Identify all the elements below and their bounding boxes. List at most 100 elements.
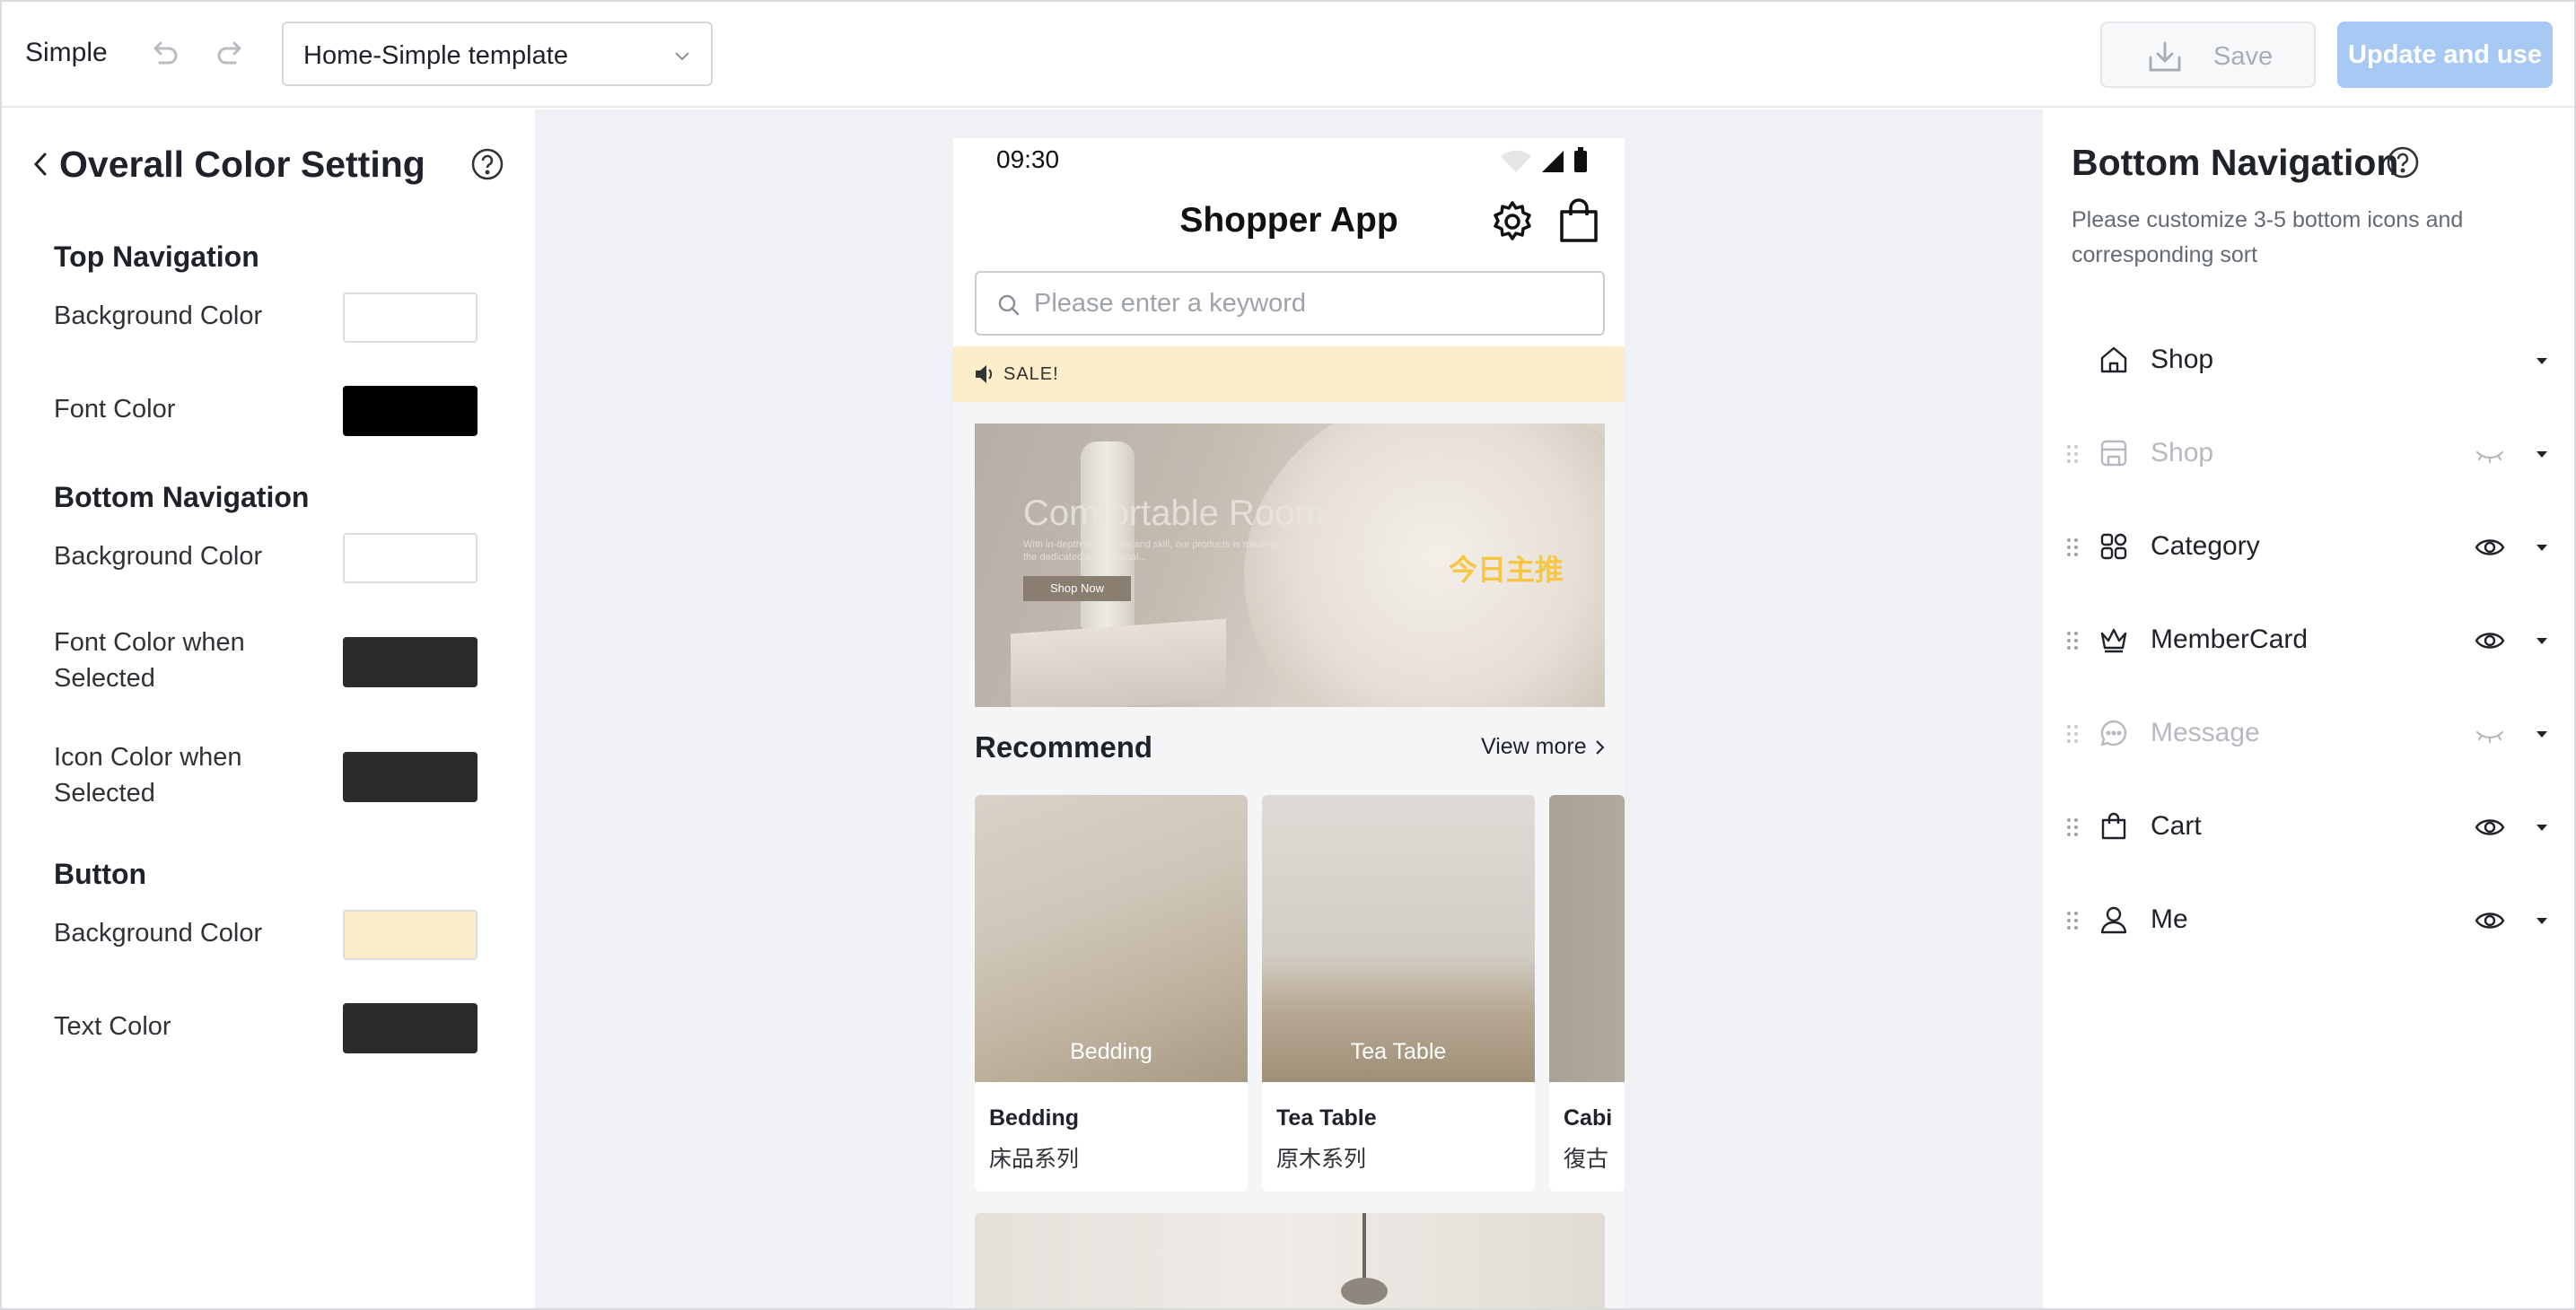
nav-item-label: Category: [2151, 531, 2260, 561]
banner-books: [1011, 618, 1226, 707]
section-heading-button: Button: [54, 858, 147, 890]
undo-icon[interactable]: [145, 36, 181, 72]
setting-label: Font Color when Selected: [54, 628, 245, 693]
caret-down-icon[interactable]: [2535, 822, 2549, 833]
color-swatch-bottom-bg[interactable]: [343, 533, 478, 583]
save-button[interactable]: Save: [2100, 22, 2316, 88]
lamp-shade: [1341, 1278, 1388, 1305]
panel-description: Please customize 3-5 bottom icons and co…: [2072, 207, 2464, 267]
eye-closed-icon[interactable]: [2474, 721, 2506, 747]
caret-down-icon[interactable]: [2535, 915, 2549, 926]
redo-icon[interactable]: [214, 36, 250, 72]
status-time: 09:30: [996, 145, 1060, 173]
color-swatch-bottom-font-selected[interactable]: [343, 637, 478, 687]
eye-icon[interactable]: [2474, 535, 2506, 560]
nav-item-shop-hidden[interactable]: Shop: [2043, 418, 2574, 490]
caret-down-icon[interactable]: [2535, 635, 2549, 646]
phone-preview: 09:30 Shopper App Please enter a keyword: [953, 138, 1625, 1308]
update-and-use-button[interactable]: Update and use: [2337, 22, 2553, 88]
drag-handle-icon[interactable]: [2066, 443, 2079, 465]
chevron-right-icon: [1596, 740, 1605, 755]
product-name: Bedding: [989, 1105, 1079, 1131]
banner-title: Comfortable Room: [1023, 493, 1325, 533]
help-icon[interactable]: [2386, 145, 2420, 179]
nav-item-label: MemberCard: [2151, 624, 2309, 654]
color-swatch-bottom-icon-selected[interactable]: [343, 752, 478, 802]
search-input[interactable]: Please enter a keyword: [975, 271, 1605, 336]
template-select-value: Home-Simple template: [303, 41, 568, 70]
product-series: 原木系列: [1276, 1147, 1367, 1172]
banner-subtitle: With in-depth knowledge and skill, our p…: [1023, 539, 1281, 563]
signal-battery-icon: [1501, 147, 1587, 172]
color-swatch-button-bg[interactable]: [343, 910, 478, 960]
color-swatch-top-font[interactable]: [343, 386, 478, 436]
promo-banner[interactable]: Comfortable Room With in-depth knowledge…: [975, 424, 1605, 707]
section-heading-bottom-navigation: Bottom Navigation: [54, 481, 310, 513]
gear-icon[interactable]: [1490, 199, 1535, 244]
panel-title: Bottom Navigation: [2072, 142, 2399, 183]
product-name: Tea Table: [1276, 1105, 1377, 1131]
recommend-heading: Recommend: [975, 730, 1153, 764]
chevron-down-icon: [675, 52, 689, 61]
caret-down-icon[interactable]: [2535, 449, 2549, 459]
feature-image[interactable]: [975, 1213, 1605, 1308]
help-icon[interactable]: [470, 147, 504, 181]
setting-label: Icon Color when Selected: [54, 743, 242, 808]
product-image: [1549, 795, 1625, 1082]
chat-icon: [2100, 720, 2127, 747]
product-card[interactable]: Bedding Bedding 床品系列: [975, 795, 1248, 1192]
download-icon: [2149, 41, 2181, 72]
drag-handle-icon[interactable]: [2066, 723, 2079, 745]
sale-notice-bar[interactable]: SALE!: [953, 346, 1625, 402]
nav-item-shop[interactable]: Shop: [2043, 325, 2574, 397]
nav-item-me[interactable]: Me: [2043, 885, 2574, 956]
product-image-caption: Tea Table: [1350, 1039, 1447, 1064]
caret-down-icon[interactable]: [2535, 542, 2549, 553]
setting-label: Font Color: [54, 395, 176, 424]
drag-handle-icon[interactable]: [2066, 630, 2079, 651]
nav-item-label: Me: [2151, 904, 2188, 934]
status-bar: 09:30: [953, 138, 1625, 183]
shopping-bag-icon[interactable]: [1556, 197, 1601, 244]
grid-icon: [2100, 533, 2127, 560]
nav-item-label: Shop: [2151, 345, 2214, 374]
store-icon: [2100, 440, 2127, 467]
lamp-cord: [1362, 1213, 1366, 1285]
drag-handle-icon[interactable]: [2066, 910, 2079, 931]
user-icon: [2100, 906, 2127, 934]
nav-item-message[interactable]: Message: [2043, 698, 2574, 770]
crown-icon: [2100, 628, 2127, 653]
section-heading-top-navigation: Top Navigation: [54, 240, 259, 273]
caret-down-icon[interactable]: [2535, 355, 2549, 366]
sale-text: SALE!: [1003, 364, 1059, 384]
template-select[interactable]: Home-Simple template: [282, 22, 713, 86]
setting-label: Text Color: [54, 1012, 171, 1041]
drag-handle-icon[interactable]: [2066, 537, 2079, 558]
nav-item-category[interactable]: Category: [2043, 511, 2574, 583]
eye-icon[interactable]: [2474, 815, 2506, 840]
banner-shop-now-button[interactable]: Shop Now: [1023, 576, 1131, 601]
nav-item-label: Shop: [2151, 438, 2214, 467]
search-icon: [998, 294, 1020, 316]
product-card[interactable]: Tea Table Tea Table 原木系列: [1262, 795, 1535, 1192]
back-arrow-icon[interactable]: [31, 151, 52, 178]
banner-bottle: [1081, 441, 1135, 630]
product-series: 床品系列: [989, 1147, 1080, 1172]
color-swatch-top-bg[interactable]: [343, 293, 478, 343]
eye-icon[interactable]: [2474, 628, 2506, 653]
app-name: Simple: [25, 38, 108, 67]
color-swatch-button-text[interactable]: [343, 1003, 478, 1053]
product-image-caption: Bedding: [1070, 1039, 1152, 1064]
nav-item-cart[interactable]: Cart: [2043, 791, 2574, 863]
drag-handle-icon[interactable]: [2066, 817, 2079, 838]
caret-down-icon[interactable]: [2535, 729, 2549, 739]
home-icon: [2100, 346, 2127, 373]
eye-closed-icon[interactable]: [2474, 441, 2506, 467]
color-settings-panel: Overall Color Setting Top Navigation Bac…: [2, 109, 535, 1308]
bottom-navigation-panel: Bottom Navigation Please customize 3-5 b…: [2043, 109, 2574, 1308]
eye-icon[interactable]: [2474, 908, 2506, 933]
app-window: Simple Home-Simple template Save Update …: [0, 0, 2576, 1310]
product-card[interactable]: Cabi 復古: [1549, 795, 1625, 1192]
view-more-link[interactable]: View more: [1481, 734, 1587, 760]
nav-item-membercard[interactable]: MemberCard: [2043, 605, 2574, 677]
